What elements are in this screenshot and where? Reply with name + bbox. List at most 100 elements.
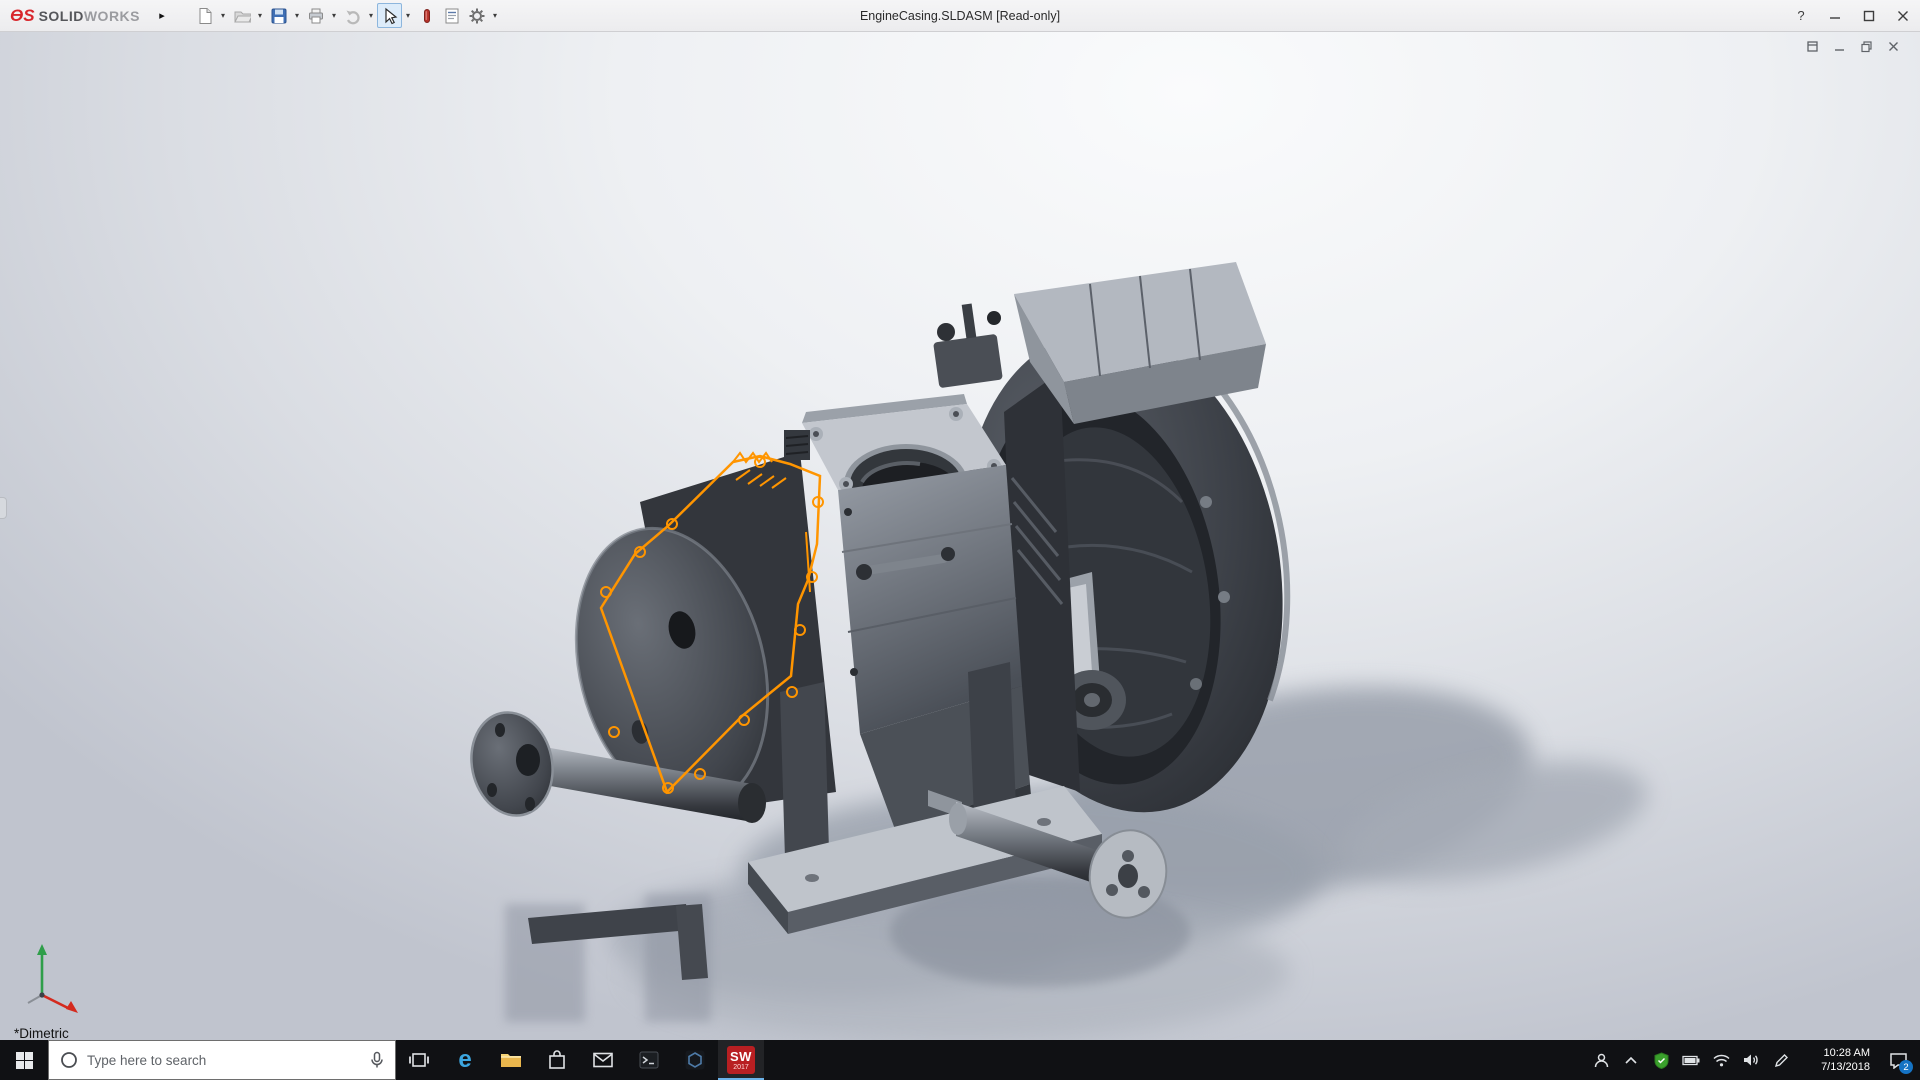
open-button[interactable] <box>229 3 254 28</box>
triad-axes-icon <box>27 944 78 1013</box>
panel-collapse-handle[interactable] <box>0 497 7 519</box>
undo-button[interactable] <box>340 3 365 28</box>
taskbar-search[interactable] <box>48 1040 396 1080</box>
minimize-button[interactable] <box>1818 0 1852 32</box>
maximize-icon <box>1863 10 1875 21</box>
select-tool-dropdown[interactable]: ▾ <box>402 3 414 28</box>
action-center-button[interactable]: 2 <box>1876 1040 1920 1080</box>
select-cursor-icon <box>384 7 397 24</box>
viewport-3d[interactable] <box>0 32 1920 1040</box>
document-window-controls <box>1803 38 1902 54</box>
select-tool-button[interactable] <box>377 3 403 28</box>
task-view-icon <box>409 1053 429 1067</box>
solidworks-app-button[interactable]: SW 2017 <box>718 1040 764 1080</box>
windows-logo-icon <box>15 1051 33 1069</box>
start-button[interactable] <box>0 1040 48 1080</box>
close-button[interactable] <box>1886 0 1920 32</box>
battery-button[interactable] <box>1676 1040 1706 1080</box>
pen-icon <box>1774 1053 1788 1067</box>
taskbar: e SW 2017 <box>0 1040 1920 1080</box>
sw-icon-text: SW <box>730 1048 752 1064</box>
doc-pin-button[interactable] <box>1803 38 1821 54</box>
people-icon <box>1594 1053 1608 1067</box>
solidworks-logo: ƟS SOLID WORKS <box>10 6 140 26</box>
new-document-button[interactable] <box>192 3 217 28</box>
screen: ƟS SOLID WORKS ▸ ▾ ▾ ▾ ▾ ▾ ▾ ▾ EngineCas… <box>0 0 1920 1080</box>
brand-wordmark-light: WORKS <box>83 7 141 24</box>
orientation-triad <box>16 937 96 1022</box>
microphone-icon[interactable] <box>369 1051 385 1069</box>
print-button[interactable] <box>303 3 328 28</box>
taskbar-clock[interactable]: 10:28 AM 7/13/2018 <box>1796 1040 1876 1080</box>
graphics-area[interactable]: *Dimetric <box>0 32 1920 1040</box>
store-button[interactable] <box>534 1040 580 1080</box>
clock-time: 10:28 AM <box>1823 1047 1870 1059</box>
volume-icon <box>1744 1054 1758 1066</box>
quick-access-toolbar: ▾ ▾ ▾ ▾ ▾ ▾ ▾ <box>192 0 501 32</box>
mail-icon <box>593 1052 613 1068</box>
new-document-icon <box>199 7 212 24</box>
file-properties-icon <box>445 8 459 23</box>
hexagon-app-icon <box>685 1050 705 1070</box>
hexagon-app-button[interactable] <box>672 1040 718 1080</box>
close-icon <box>1898 10 1908 21</box>
pen-button[interactable] <box>1766 1040 1796 1080</box>
doc-restore-icon <box>1860 40 1872 52</box>
window-controls: ? <box>1784 0 1920 32</box>
battery-icon <box>1682 1055 1700 1065</box>
volume-button[interactable] <box>1736 1040 1766 1080</box>
undo-icon <box>346 10 360 24</box>
open-dropdown[interactable]: ▾ <box>254 3 266 28</box>
doc-close-button[interactable] <box>1884 38 1902 54</box>
minimize-icon <box>1830 16 1840 19</box>
save-dropdown[interactable]: ▾ <box>291 3 303 28</box>
clock-date: 7/13/2018 <box>1821 1061 1870 1073</box>
network-button[interactable] <box>1706 1040 1736 1080</box>
store-icon <box>549 1050 565 1069</box>
file-properties-button[interactable] <box>439 3 464 28</box>
file-explorer-icon <box>501 1054 521 1067</box>
save-icon <box>271 8 287 23</box>
search-input[interactable] <box>87 1052 359 1068</box>
security-button[interactable] <box>1646 1040 1676 1080</box>
hidden-icons-button[interactable] <box>1616 1040 1646 1080</box>
file-explorer-button[interactable] <box>488 1040 534 1080</box>
toolbar-flyout-arrow-icon[interactable]: ▸ <box>154 9 170 22</box>
ds-logo-icon: ƟS <box>10 5 35 25</box>
system-tray: 10:28 AM 7/13/2018 2 <box>1586 1040 1920 1080</box>
doc-minimize-icon <box>1834 48 1844 51</box>
cortana-icon <box>61 1052 77 1068</box>
task-view-button[interactable] <box>396 1040 442 1080</box>
open-folder-icon <box>233 11 251 22</box>
options-button[interactable] <box>464 3 489 28</box>
appearance-button[interactable] <box>414 3 439 28</box>
brand-wordmark-bold: SOLID <box>38 7 84 24</box>
new-document-dropdown[interactable]: ▾ <box>217 3 229 28</box>
sw-icon-year: 2017 <box>733 1063 749 1071</box>
edge-icon: e <box>458 1046 472 1073</box>
undo-dropdown[interactable]: ▾ <box>365 3 377 28</box>
print-dropdown[interactable]: ▾ <box>328 3 340 28</box>
options-dropdown[interactable]: ▾ <box>489 3 501 28</box>
doc-pin-icon <box>1806 40 1818 52</box>
chevron-up-icon <box>1625 1056 1637 1064</box>
print-icon <box>308 8 323 23</box>
mail-button[interactable] <box>580 1040 626 1080</box>
save-button[interactable] <box>266 3 291 28</box>
help-button[interactable]: ? <box>1784 0 1818 32</box>
notification-badge: 2 <box>1899 1060 1913 1074</box>
wifi-icon <box>1712 1054 1730 1066</box>
terminal-icon <box>639 1051 659 1069</box>
solidworks-app-icon: SW 2017 <box>727 1046 755 1074</box>
people-button[interactable] <box>1586 1040 1616 1080</box>
options-gear-icon <box>469 8 485 23</box>
edge-button[interactable]: e <box>442 1040 488 1080</box>
doc-close-icon <box>1888 41 1898 51</box>
appearance-icon <box>423 8 430 23</box>
doc-restore-button[interactable] <box>1857 38 1875 54</box>
title-bar: ƟS SOLID WORKS ▸ ▾ ▾ ▾ ▾ ▾ ▾ ▾ EngineCas… <box>0 0 1920 32</box>
terminal-button[interactable] <box>626 1040 672 1080</box>
doc-minimize-button[interactable] <box>1830 38 1848 54</box>
maximize-button[interactable] <box>1852 0 1886 32</box>
defender-shield-icon <box>1654 1051 1668 1069</box>
